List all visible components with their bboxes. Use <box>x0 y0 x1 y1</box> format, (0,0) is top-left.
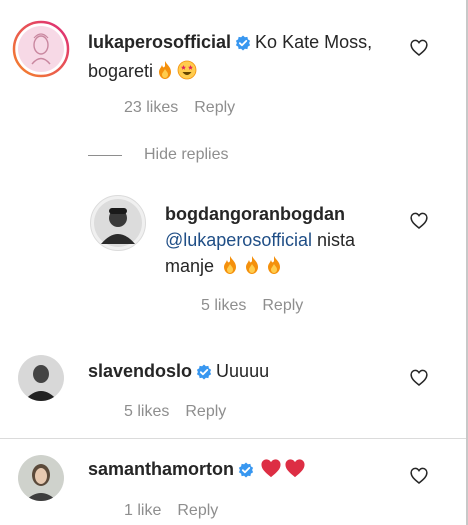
comment-meta: 1 like Reply <box>124 502 234 520</box>
comment-meta: 5 likes Reply <box>201 297 319 315</box>
avatar-samanthamorton[interactable] <box>18 455 64 501</box>
like-heart-icon[interactable] <box>410 39 428 61</box>
hide-replies-line <box>88 154 122 156</box>
avatar-slavendoslo[interactable] <box>18 355 64 401</box>
verified-badge-icon <box>196 361 212 387</box>
avatar-bogdangoranbogdan[interactable] <box>90 195 146 251</box>
bottom-divider <box>0 438 468 439</box>
hide-replies-label: Hide replies <box>144 146 229 163</box>
reply-button[interactable]: Reply <box>185 403 226 420</box>
avatar-lukaperosofficial[interactable] <box>12 20 70 78</box>
comment-body: samanthamorton <box>88 456 388 485</box>
fire-emoji-icon <box>155 60 175 87</box>
fire-emoji-icon <box>220 255 240 282</box>
reply-button[interactable]: Reply <box>194 99 235 116</box>
username[interactable]: lukaperosofficial <box>88 32 231 52</box>
hide-replies-toggle[interactable]: Hide replies <box>88 146 228 164</box>
comment-text: Uuuuu <box>216 361 270 381</box>
like-heart-icon[interactable] <box>410 467 428 489</box>
likes-count[interactable]: 5 likes <box>124 403 169 420</box>
fire-emoji-icon <box>264 255 284 282</box>
mention-link[interactable]: @lukaperosofficial <box>165 230 312 250</box>
verified-badge-icon <box>238 459 254 485</box>
username[interactable]: samanthamorton <box>88 459 234 479</box>
username[interactable]: bogdangoranbogdan <box>165 204 345 224</box>
red-heart-emoji-icon <box>284 458 306 485</box>
likes-count[interactable]: 23 likes <box>124 99 178 116</box>
star-struck-emoji-icon <box>177 60 197 87</box>
reply-button[interactable]: Reply <box>177 502 218 519</box>
likes-count[interactable]: 1 like <box>124 502 161 519</box>
comment-body: slavendoslo Uuuuu <box>88 358 388 387</box>
story-ring-avatar-icon <box>12 20 70 78</box>
comment-text-part1: nista <box>317 230 356 250</box>
person-avatar-icon <box>94 199 142 247</box>
comment-meta: 23 likes Reply <box>124 99 251 117</box>
reply-button[interactable]: Reply <box>262 297 303 314</box>
like-heart-icon[interactable] <box>410 212 428 234</box>
verified-badge-icon <box>235 32 251 58</box>
person-avatar-icon <box>18 355 64 401</box>
fire-emoji-icon <box>242 255 262 282</box>
likes-count[interactable]: 5 likes <box>201 297 246 314</box>
username[interactable]: slavendoslo <box>88 361 192 381</box>
comment-body: lukaperosofficial Ko Kate Moss, bogareti <box>88 29 388 87</box>
person-avatar-icon <box>18 455 64 501</box>
comment-body: bogdangoranbogdan @lukaperosofficial nis… <box>165 201 415 282</box>
like-heart-icon[interactable] <box>410 369 428 391</box>
red-heart-emoji-icon <box>260 458 282 485</box>
comment-text-part2: manje <box>165 256 215 276</box>
comment-meta: 5 likes Reply <box>124 403 242 421</box>
